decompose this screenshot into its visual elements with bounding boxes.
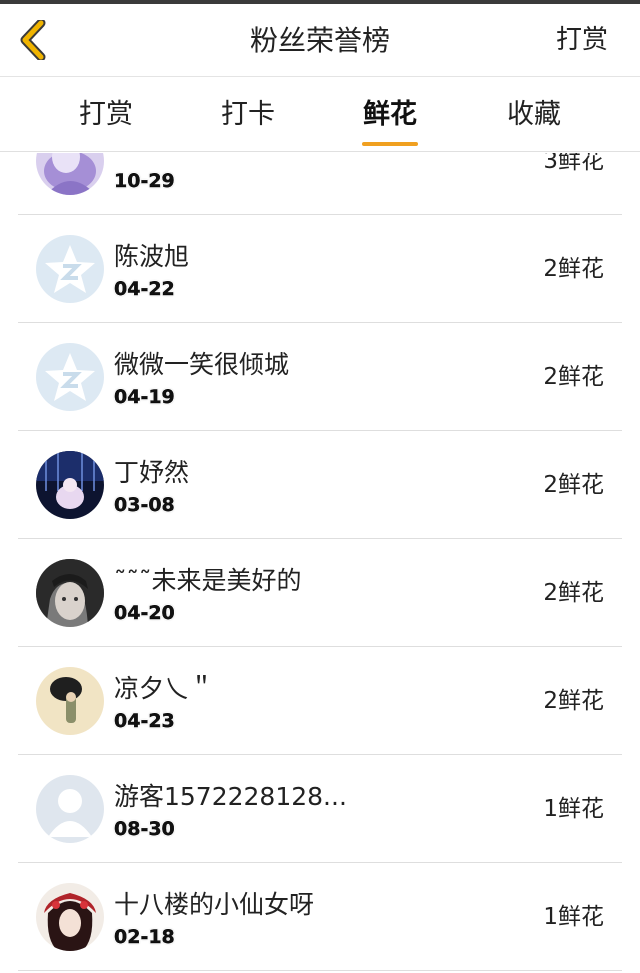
tab-checkin[interactable]: 打卡 (188, 78, 308, 152)
fan-date: 10-29 (114, 170, 175, 192)
flower-count: 2鲜花 (543, 688, 604, 714)
fan-date: 04-23 (114, 710, 175, 732)
flower-count: 2鲜花 (543, 256, 604, 282)
tab-bar: 打赏 打卡 鲜花 收藏 (0, 78, 640, 152)
default-star-avatar-icon (36, 235, 104, 303)
tab-reward[interactable]: 打赏 (46, 78, 166, 152)
fan-ranking-list: 10-29 3鲜花 陈波旭 04-22 2鲜花 微微一笑很倾城 04-19 2鲜… (0, 153, 640, 973)
flower-count: 1鲜花 (543, 904, 604, 930)
reward-button[interactable]: 打赏 (556, 4, 608, 77)
list-item[interactable]: 微微一笑很倾城 04-19 2鲜花 (18, 323, 622, 431)
fan-date: 02-18 (114, 926, 175, 948)
avatar (36, 235, 104, 303)
page-title: 粉丝荣誉榜 (249, 24, 390, 57)
fan-name: 微微一笑很倾城 (114, 350, 290, 379)
list-item[interactable]: 十八楼的小仙女呀 02-18 1鲜花 (18, 863, 622, 971)
fan-name: 凉夕乀＂ (114, 674, 215, 703)
fan-date: 04-20 (114, 602, 175, 624)
list-item[interactable]: 10-29 3鲜花 (18, 153, 622, 215)
list-item[interactable]: 丁妤然 03-08 2鲜花 (18, 431, 622, 539)
flower-count: 2鲜花 (543, 364, 604, 390)
back-button[interactable] (10, 16, 58, 64)
avatar (36, 559, 104, 627)
fan-name: ˜˜˜未来是美好的 (114, 566, 302, 595)
fan-name: 陈波旭 (114, 242, 190, 271)
flower-count: 2鲜花 (543, 580, 604, 606)
avatar (36, 451, 104, 519)
avatar (36, 667, 104, 735)
default-star-avatar-icon (36, 343, 104, 411)
top-app-bar: 粉丝荣誉榜 打赏 (0, 4, 640, 77)
default-person-avatar-icon (36, 775, 104, 843)
avatar (36, 775, 104, 843)
fan-date: 03-08 (114, 494, 175, 516)
list-item[interactable]: ˜˜˜未来是美好的 04-20 2鲜花 (18, 539, 622, 647)
tab-favorites[interactable]: 收藏 (474, 78, 594, 152)
fan-date: 08-30 (114, 818, 175, 840)
fan-name: 十八楼的小仙女呀 (114, 890, 315, 919)
list-item[interactable]: 游客1572228128... 08-30 1鲜花 (18, 755, 622, 863)
fan-name: 丁妤然 (114, 458, 190, 487)
avatar (36, 883, 104, 951)
flower-count: 1鲜花 (543, 796, 604, 822)
fan-date: 04-22 (114, 278, 175, 300)
avatar (36, 153, 104, 195)
chevron-left-icon (20, 20, 46, 60)
fan-date: 04-19 (114, 386, 175, 408)
list-item[interactable]: 凉夕乀＂ 04-23 2鲜花 (18, 647, 622, 755)
avatar (36, 343, 104, 411)
list-item[interactable]: 陈波旭 04-22 2鲜花 (18, 215, 622, 323)
flower-count: 2鲜花 (543, 472, 604, 498)
fan-name: 游客1572228128... (114, 782, 347, 811)
tab-flowers[interactable]: 鲜花 (330, 78, 450, 152)
flower-count: 3鲜花 (543, 153, 604, 174)
